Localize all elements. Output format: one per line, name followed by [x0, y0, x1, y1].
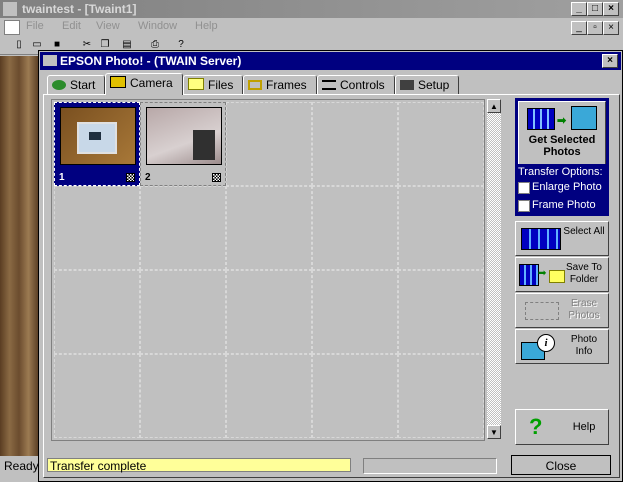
frame-icon [248, 80, 262, 90]
vertical-scrollbar[interactable]: ▲ ▼ [487, 99, 501, 439]
photo-info-button[interactable]: i Photo Info [515, 329, 609, 364]
minimize-button[interactable]: _ [571, 2, 587, 16]
doc-minimize-button[interactable]: _ [571, 21, 587, 35]
get-selected-photos-button[interactable]: ➡ Get Selected Photos [515, 98, 609, 170]
photo-flag-icon-2 [212, 173, 221, 182]
tab-controls[interactable]: Controls [317, 75, 395, 94]
empty-cell[interactable] [140, 354, 226, 438]
empty-cell[interactable] [312, 270, 398, 354]
transfer-options-panel: Transfer Options: Enlarge Photo Frame Ph… [515, 164, 609, 216]
dialog-titlebar: EPSON Photo! - (TWAIN Server) × [40, 52, 621, 70]
scroll-up-icon[interactable]: ▲ [487, 99, 501, 113]
photo-flag-icon-1 [126, 173, 135, 182]
photo-cell-1[interactable]: 1 [54, 102, 140, 186]
menu-window[interactable]: Window [138, 20, 177, 32]
photo-thumbnail-1 [60, 107, 136, 165]
epson-dialog: EPSON Photo! - (TWAIN Server) × Start Ca… [38, 50, 623, 482]
menu-view[interactable]: View [96, 20, 120, 32]
empty-cell[interactable] [312, 186, 398, 270]
transfer-options-heading: Transfer Options: [518, 166, 603, 178]
empty-cell[interactable] [312, 102, 398, 186]
setup-icon [400, 80, 414, 90]
status-message: Transfer complete [47, 458, 351, 473]
close-window-button[interactable]: × [603, 2, 619, 16]
empty-cell[interactable] [398, 354, 484, 438]
photo-info-label: Photo Info [570, 334, 598, 357]
photo-thumbnail-2 [146, 107, 222, 165]
empty-cell[interactable] [226, 270, 312, 354]
empty-cell[interactable] [398, 270, 484, 354]
doc-restore-button[interactable]: ▫ [587, 21, 603, 35]
app-titlebar: twaintest - [Twaint1] _ □ × [0, 0, 623, 18]
camera-icon [110, 76, 126, 88]
empty-cell[interactable] [140, 186, 226, 270]
menu-edit[interactable]: Edit [62, 20, 81, 32]
empty-cell[interactable] [54, 270, 140, 354]
menu-help[interactable]: Help [195, 20, 218, 32]
app-icon [3, 2, 17, 16]
question-mark-icon: ? [529, 414, 543, 439]
erase-photos-icon [519, 298, 563, 322]
empty-cell[interactable] [140, 270, 226, 354]
document-background-photo [0, 56, 38, 456]
empty-cell[interactable] [398, 102, 484, 186]
erase-photos-label: Erase Photos [568, 298, 600, 321]
menu-file[interactable]: File [26, 20, 44, 32]
doc-icon [4, 20, 20, 35]
photo-number-1: 1 [59, 172, 65, 183]
empty-cell[interactable] [226, 102, 312, 186]
help-label: Help [572, 421, 596, 433]
doc-close-button[interactable]: × [603, 21, 619, 35]
app-title: twaintest - [Twaint1] [22, 2, 137, 16]
controls-icon [322, 80, 336, 90]
photo-cell-2[interactable]: 2 [140, 102, 226, 186]
dialog-close-icon[interactable]: × [602, 54, 618, 68]
new-icon[interactable]: ▯ [12, 38, 26, 52]
save-to-folder-button[interactable]: ➡ Save To Folder [515, 257, 609, 292]
dialog-title: EPSON Photo! - (TWAIN Server) [60, 54, 242, 68]
tab-camera[interactable]: Camera [105, 73, 183, 95]
app-status-text: Ready [4, 459, 39, 473]
maximize-button[interactable]: □ [587, 2, 603, 16]
empty-cell[interactable] [54, 186, 140, 270]
folder-icon [188, 78, 204, 90]
save-to-folder-icon: ➡ [519, 262, 565, 286]
transfer-photos-icon: ➡ [527, 106, 597, 130]
photo-info-icon: i [519, 334, 563, 360]
frame-photo-label[interactable]: Frame Photo [532, 199, 596, 211]
tab-frames[interactable]: Frames [243, 75, 317, 94]
get-selected-photos-label: Get Selected Photos [528, 134, 596, 158]
dialog-app-icon [43, 55, 57, 66]
empty-cell[interactable] [226, 354, 312, 438]
menubar: File Edit View Window Help _ ▫ × [0, 18, 623, 36]
help-button[interactable]: ? Help [515, 409, 609, 445]
tab-start[interactable]: Start [47, 75, 105, 94]
tab-files[interactable]: Files [183, 75, 243, 94]
scroll-down-icon[interactable]: ▼ [487, 425, 501, 439]
select-all-label: Select All [563, 226, 605, 237]
save-to-folder-label: Save To Folder [566, 262, 602, 285]
empty-cell[interactable] [226, 186, 312, 270]
erase-photos-button[interactable]: Erase Photos [515, 293, 609, 328]
empty-cell[interactable] [398, 186, 484, 270]
close-button[interactable]: Close [511, 455, 611, 475]
empty-cell[interactable] [312, 354, 398, 438]
photo-number-2: 2 [145, 172, 151, 183]
select-all-button[interactable]: Select All [515, 221, 609, 256]
select-all-icon [519, 226, 563, 250]
progress-field [363, 458, 497, 474]
empty-cell[interactable] [54, 354, 140, 438]
enlarge-photo-checkbox[interactable] [518, 182, 530, 194]
start-icon [52, 80, 66, 90]
frame-photo-checkbox[interactable] [518, 200, 530, 212]
photo-grid: 1 2 [51, 99, 485, 441]
enlarge-photo-label[interactable]: Enlarge Photo [532, 181, 602, 193]
tab-setup[interactable]: Setup [395, 75, 459, 94]
